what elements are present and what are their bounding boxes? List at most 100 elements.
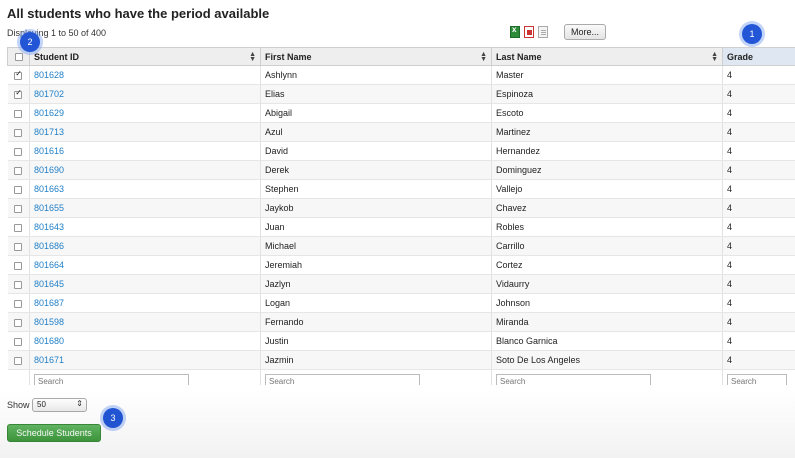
student-id-link[interactable]: 801628: [34, 70, 64, 80]
student-id-cell[interactable]: 801598: [29, 312, 261, 332]
student-id-cell[interactable]: 801664: [29, 255, 261, 275]
table-row[interactable]: 801671 Jazmin Soto De Los Angeles 4: [7, 350, 795, 370]
row-checkbox[interactable]: [14, 261, 23, 270]
row-select-cell[interactable]: [7, 293, 30, 313]
row-select-cell[interactable]: [7, 84, 30, 104]
row-checkbox[interactable]: [14, 69, 23, 80]
student-id-link[interactable]: 801645: [34, 279, 64, 289]
student-id-cell[interactable]: 801645: [29, 274, 261, 294]
table-row[interactable]: 801663 Stephen Vallejo 4: [7, 179, 795, 199]
table-row[interactable]: 801616 David Hernandez 4: [7, 141, 795, 161]
row-checkbox[interactable]: [14, 356, 23, 365]
row-select-cell[interactable]: [7, 122, 30, 142]
first-name-search-input[interactable]: [265, 374, 420, 385]
last-name-cell: Hernandez: [491, 141, 723, 161]
row-select-cell[interactable]: [7, 312, 30, 332]
document-icon[interactable]: [538, 26, 548, 38]
row-select-cell[interactable]: [7, 236, 30, 256]
student-id-link[interactable]: 801598: [34, 317, 64, 327]
student-id-search-input[interactable]: [34, 374, 189, 385]
row-checkbox[interactable]: [14, 337, 23, 346]
student-id-link[interactable]: 801686: [34, 241, 64, 251]
column-header-last-name[interactable]: Last Name ▲ ▼: [491, 47, 723, 66]
student-id-link[interactable]: 801680: [34, 336, 64, 346]
student-id-cell[interactable]: 801643: [29, 217, 261, 237]
row-select-cell[interactable]: [7, 217, 30, 237]
table-row[interactable]: 801629 Abigail Escoto 4: [7, 103, 795, 123]
student-id-cell[interactable]: 801616: [29, 141, 261, 161]
row-checkbox[interactable]: [14, 128, 23, 137]
row-select-cell[interactable]: [7, 160, 30, 180]
table-row[interactable]: 801690 Derek Dominguez 4: [7, 160, 795, 180]
table-row[interactable]: 801643 Juan Robles 4: [7, 217, 795, 237]
row-checkbox[interactable]: [14, 223, 23, 232]
table-row[interactable]: 801645 Jazlyn Vidaurry 4: [7, 274, 795, 294]
row-select-cell[interactable]: [7, 179, 30, 199]
student-id-cell[interactable]: 801629: [29, 103, 261, 123]
sort-icon[interactable]: ▲ ▼: [480, 51, 487, 63]
excel-icon[interactable]: [510, 25, 520, 38]
table-row[interactable]: 801664 Jeremiah Cortez 4: [7, 255, 795, 275]
last-name-search-input[interactable]: [496, 374, 651, 385]
student-id-link[interactable]: 801663: [34, 184, 64, 194]
student-id-link[interactable]: 801713: [34, 127, 64, 137]
table-row[interactable]: 801687 Logan Johnson 4: [7, 293, 795, 313]
table-row[interactable]: 801686 Michael Carrillo 4: [7, 236, 795, 256]
row-select-cell[interactable]: [7, 141, 30, 161]
row-checkbox[interactable]: [14, 299, 23, 308]
table-row[interactable]: 801713 Azul Martinez 4: [7, 122, 795, 142]
row-checkbox[interactable]: [14, 204, 23, 213]
row-select-cell[interactable]: [7, 274, 30, 294]
row-select-cell[interactable]: [7, 331, 30, 351]
student-id-cell[interactable]: 801687: [29, 293, 261, 313]
row-checkbox[interactable]: [14, 185, 23, 194]
student-id-cell[interactable]: 801671: [29, 350, 261, 370]
student-id-link[interactable]: 801616: [34, 146, 64, 156]
column-header-first-name[interactable]: First Name ▲ ▼: [260, 47, 492, 66]
student-id-cell[interactable]: 801713: [29, 122, 261, 142]
table-row[interactable]: 801628 AshlynnMaster4: [7, 65, 795, 85]
student-id-link[interactable]: 801671: [34, 355, 64, 365]
sort-icon[interactable]: ▲ ▼: [249, 51, 256, 63]
row-checkbox[interactable]: [14, 318, 23, 327]
column-header-student-id[interactable]: Student ID ▲ ▼: [29, 47, 261, 66]
student-id-link[interactable]: 801664: [34, 260, 64, 270]
row-checkbox[interactable]: [14, 109, 23, 118]
student-id-link[interactable]: 801690: [34, 165, 64, 175]
student-id-cell[interactable]: 801655: [29, 198, 261, 218]
column-header-grade[interactable]: Grade: [722, 47, 795, 66]
table-row[interactable]: 801655 Jaykob Chavez 4: [7, 198, 795, 218]
first-name-cell: Azul: [260, 122, 492, 142]
student-id-link[interactable]: 801629: [34, 108, 64, 118]
row-checkbox[interactable]: [14, 88, 23, 99]
pdf-icon[interactable]: [524, 26, 534, 38]
row-checkbox[interactable]: [14, 166, 23, 175]
row-select-cell[interactable]: [7, 255, 30, 275]
sort-icon[interactable]: ▲ ▼: [711, 51, 718, 63]
row-checkbox[interactable]: [14, 280, 23, 289]
page-size-select[interactable]: 50: [32, 398, 87, 412]
student-id-link[interactable]: 801687: [34, 298, 64, 308]
student-id-cell[interactable]: 801680: [29, 331, 261, 351]
more-button[interactable]: More...: [564, 24, 607, 40]
row-select-cell[interactable]: [7, 103, 30, 123]
row-select-cell[interactable]: [7, 198, 30, 218]
row-checkbox[interactable]: [14, 242, 23, 251]
grade-search-input[interactable]: [727, 374, 787, 385]
student-id-link[interactable]: 801643: [34, 222, 64, 232]
student-id-cell[interactable]: 801686: [29, 236, 261, 256]
table-row[interactable]: 801702 EliasEspinoza4: [7, 84, 795, 104]
student-id-link[interactable]: 801655: [34, 203, 64, 213]
row-checkbox[interactable]: [14, 147, 23, 156]
student-id-cell[interactable]: 801690: [29, 160, 261, 180]
table-row[interactable]: 801680 Justin Blanco Garnica 4: [7, 331, 795, 351]
student-id-cell[interactable]: 801663: [29, 179, 261, 199]
student-id-cell[interactable]: 801702: [29, 84, 261, 104]
schedule-students-button[interactable]: Schedule Students: [7, 424, 101, 442]
row-select-cell[interactable]: [7, 350, 30, 370]
student-id-cell[interactable]: 801628: [29, 65, 261, 85]
table-row[interactable]: 801598 Fernando Miranda 4: [7, 312, 795, 332]
select-all-checkbox[interactable]: [14, 53, 23, 62]
student-id-link[interactable]: 801702: [34, 89, 64, 99]
row-select-cell[interactable]: [7, 65, 30, 85]
